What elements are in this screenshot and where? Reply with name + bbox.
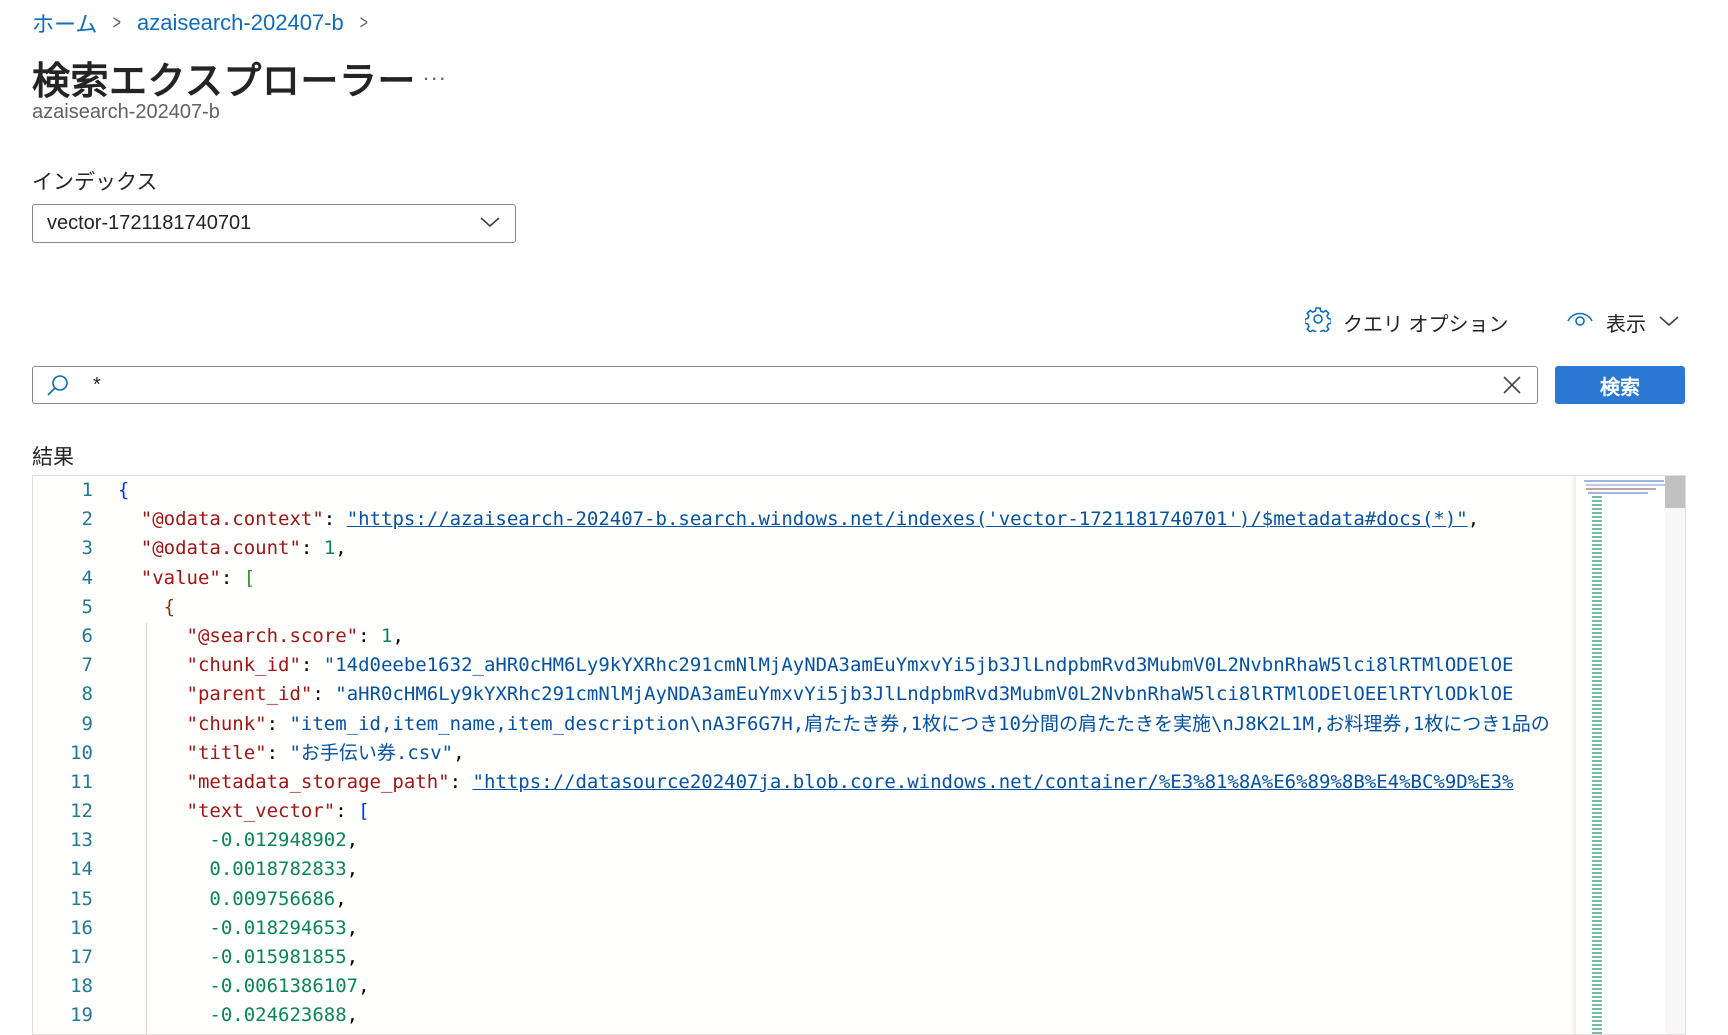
index-dropdown-value: vector-1721181740701 [47,212,252,234]
query-options-label: クエリ オプション [1343,313,1509,336]
storage-path-link[interactable]: "https://datasource202407ja.blob.core.wi… [473,771,1514,793]
scrollbar-thumb[interactable] [1665,476,1685,508]
code-line: -0.024623688, [209,1004,359,1027]
chevron-down-icon [479,212,501,235]
line-number-gutter: 1 2 3 4 5 6 7 8 9 10 11 12 13 14 15 16 1… [33,476,95,1031]
search-icon [33,373,83,397]
search-box [32,366,1538,404]
code-line: "metadata_storage_path": "https://dataso… [186,770,1514,793]
line-number: 15 [70,887,93,910]
code-line: -0.012948902, [209,829,359,852]
close-icon [1503,376,1521,394]
line-number: 11 [70,770,93,793]
line-number: 2 [81,508,93,531]
line-number: 19 [70,1004,93,1027]
page-subtitle: azaisearch-202407-b [32,101,220,123]
code-line: { [163,595,176,618]
code-line: -0.015981855, [209,946,359,968]
more-options-button[interactable]: ... [423,60,447,86]
query-options-button[interactable]: クエリ オプション [1304,304,1509,340]
line-number: 12 [70,800,93,823]
chevron-right-icon: > [359,11,368,34]
page-title: 検索エクスプローラー [32,61,416,103]
line-number: 13 [70,829,93,852]
line-number: 5 [81,595,93,618]
search-button[interactable]: 検索 [1555,366,1685,404]
chevron-right-icon: > [113,11,122,34]
line-number: 18 [70,975,93,998]
breadcrumb-home-link[interactable]: ホーム [32,7,97,39]
code-line: "@odata.context": "https://azaisearch-20… [140,508,1480,531]
line-number: 9 [81,712,93,735]
code-line: "parent_id": "aHR0cHM6Ly9kYXRhc291cmNlMj… [186,683,1514,706]
index-dropdown[interactable]: vector-1721181740701 [32,204,516,243]
code-line: "@odata.count": 1, [140,537,347,560]
view-label: 表示 [1606,313,1646,336]
code-line: "text_vector": [ [186,800,370,823]
code-line: 0.0018782833, [209,858,359,881]
json-code: { "@odata.context": "https://azaisearch-… [95,476,1575,1034]
code-line: 0.009756686, [209,887,347,910]
line-number: 8 [81,683,93,706]
breadcrumb: ホーム > azaisearch-202407-b > [32,9,383,37]
search-input[interactable] [83,373,1487,397]
gear-icon [1304,306,1332,338]
code-line: "title": "お手伝い券.csv", [186,741,465,764]
results-editor[interactable]: 1 2 3 4 5 6 7 8 9 10 11 12 13 14 15 16 1… [32,475,1686,1035]
breadcrumb-service-link[interactable]: azaisearch-202407-b [137,10,344,36]
code-line: "chunk_id": "14d0eebe1632_aHR0cHM6Ly9kYX… [186,654,1514,677]
line-number: 3 [81,537,93,560]
results-label: 結果 [32,446,74,469]
line-number: 10 [70,741,93,764]
index-label: インデックス [32,171,158,194]
code-line: "@search.score": 1, [186,624,404,647]
vertical-scrollbar[interactable] [1665,476,1685,1034]
code-minimap[interactable] [1575,476,1675,1034]
clear-search-button[interactable] [1487,375,1537,395]
code-line: "chunk": "item_id,item_name,item_descrip… [186,712,1550,735]
code-line: -0.0061386107, [209,975,370,998]
line-number: 6 [81,624,93,647]
eye-icon [1566,308,1594,336]
code-line: -0.018294653, [209,916,359,939]
chevron-down-icon [1658,311,1680,334]
line-number: 4 [81,566,93,589]
code-line: "value": [ [140,566,256,589]
line-number: 16 [70,916,93,939]
line-number: 7 [81,654,93,677]
view-button[interactable]: 表示 [1566,304,1680,340]
line-number: 1 [81,479,93,501]
odata-context-link[interactable]: "https://azaisearch-202407-b.search.wind… [347,508,1468,530]
line-number: 14 [70,858,93,881]
code-line: { [117,479,130,501]
line-number: 17 [70,946,93,968]
